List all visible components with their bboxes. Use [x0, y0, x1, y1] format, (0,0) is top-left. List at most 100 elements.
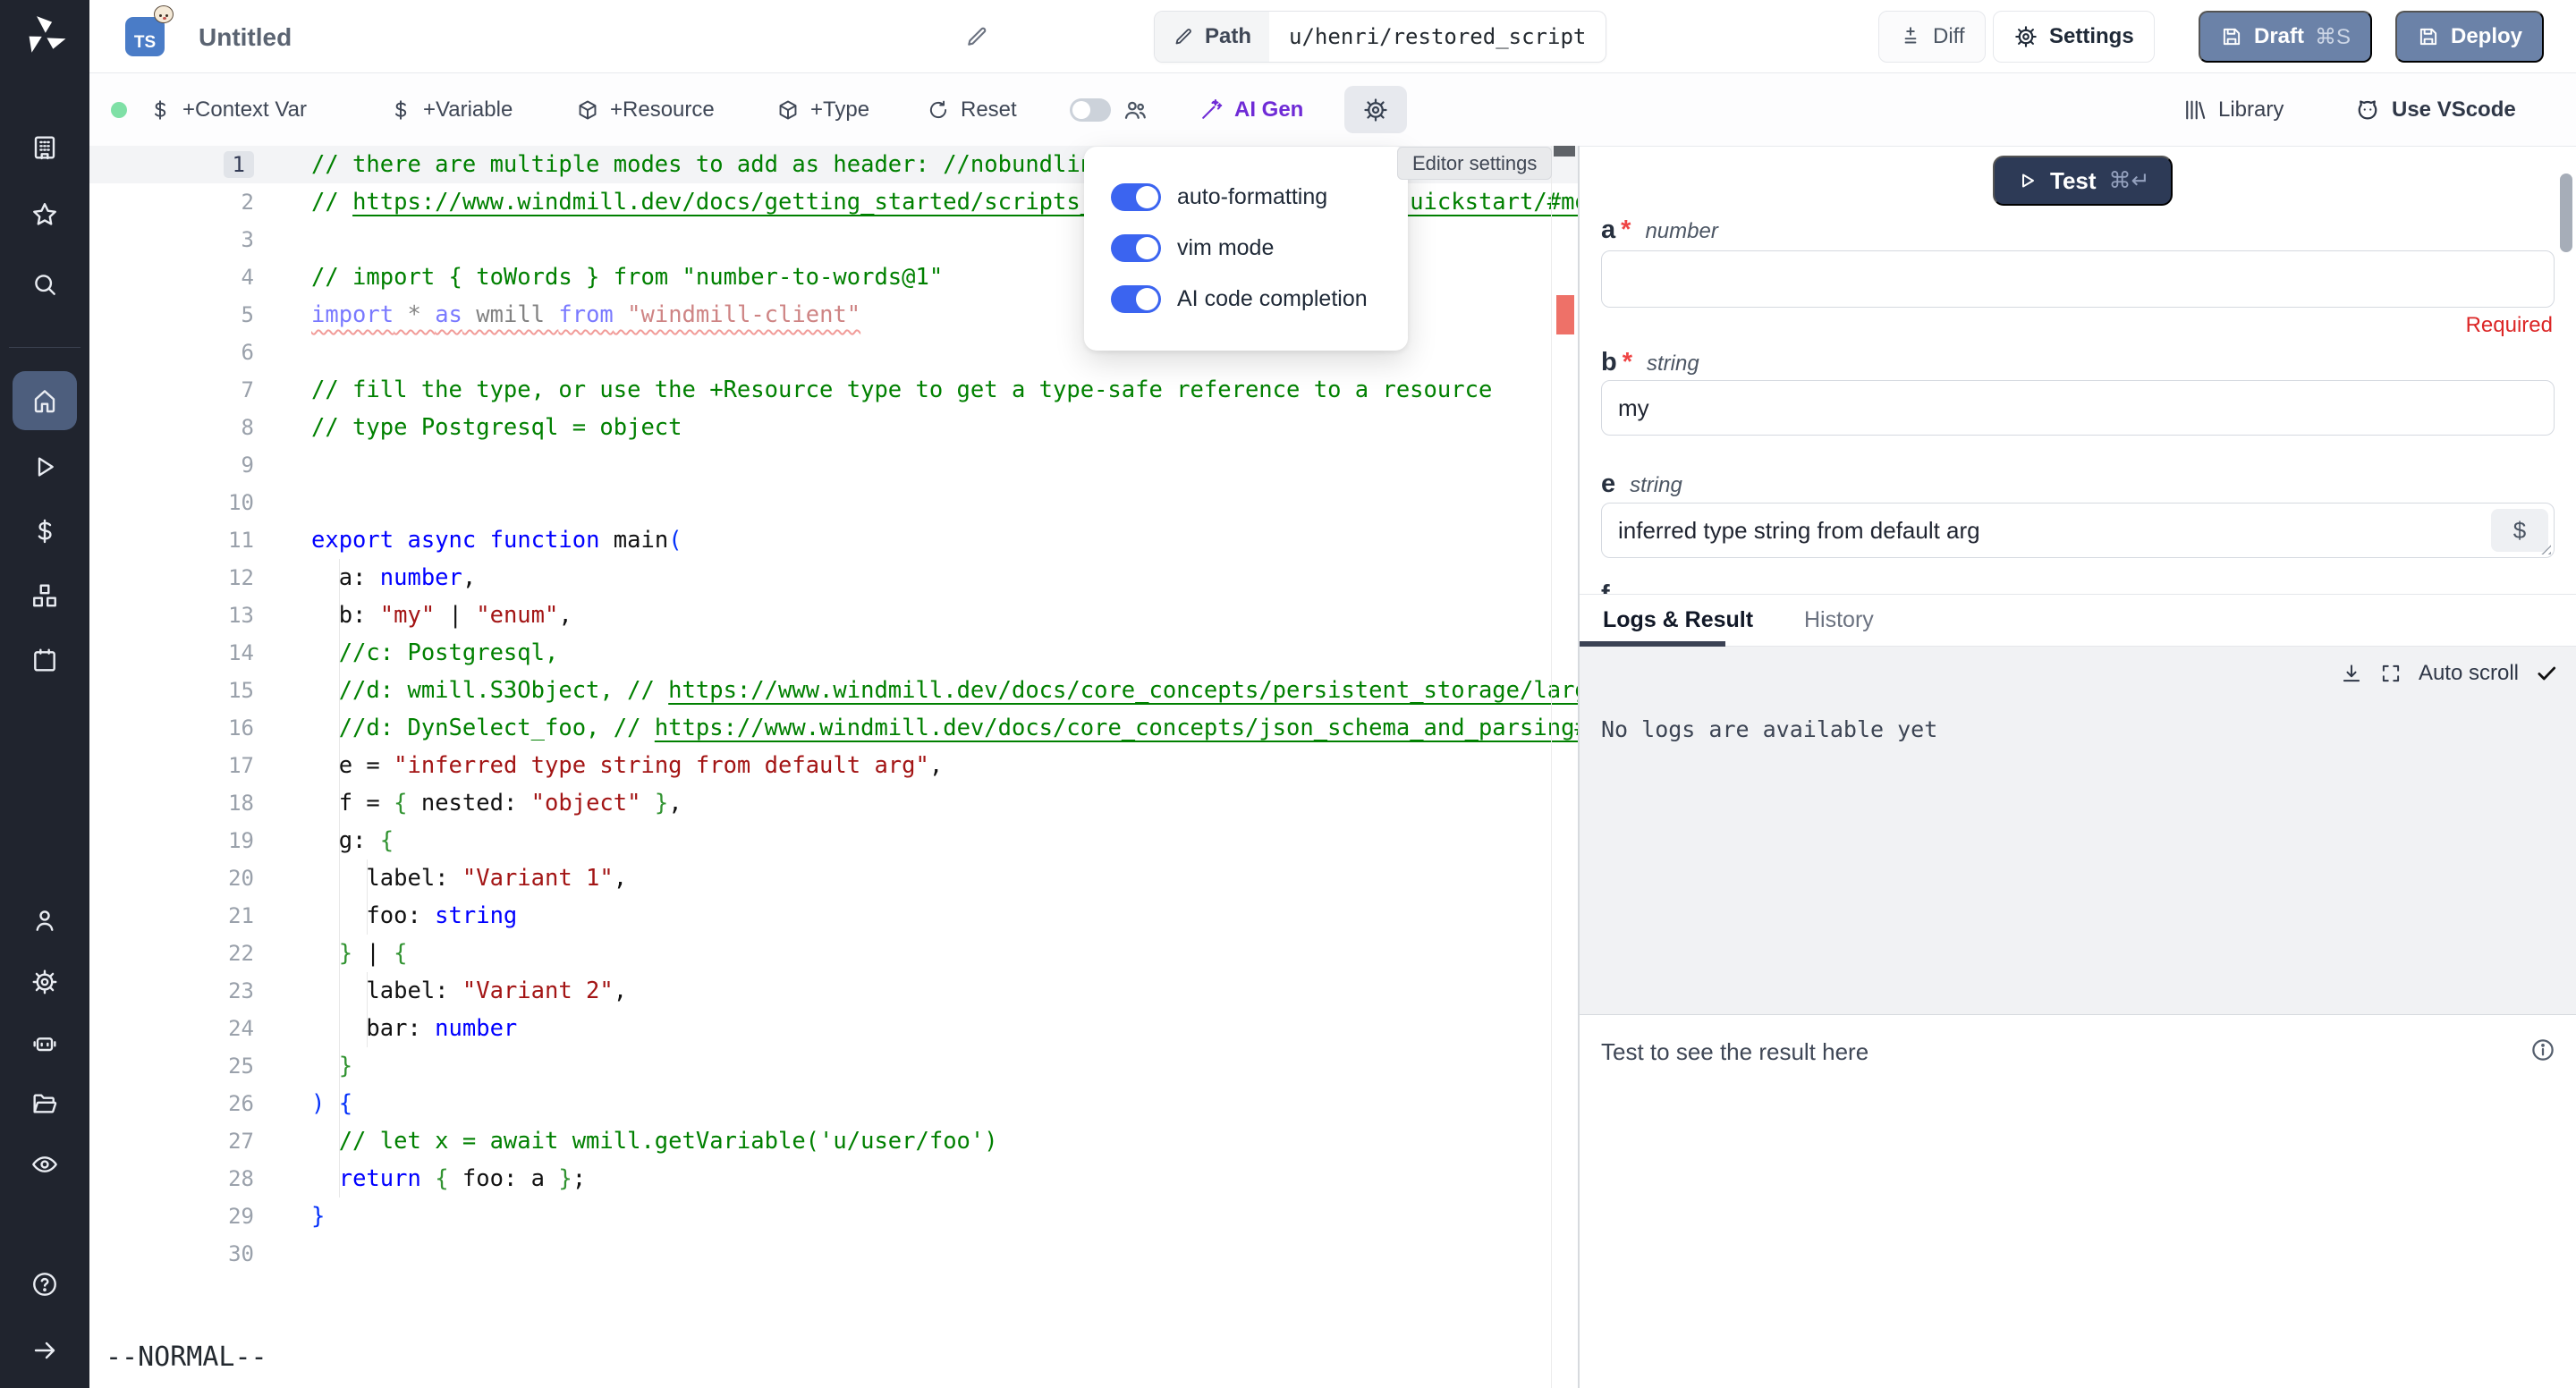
- multiplayer-toggle[interactable]: [1070, 98, 1111, 122]
- code-line[interactable]: 25 }: [89, 1047, 1578, 1085]
- add-type-button[interactable]: +Type: [776, 73, 869, 146]
- line-number: 21: [89, 903, 267, 928]
- draft-button[interactable]: Draft⌘S: [2199, 11, 2372, 63]
- field-b-input[interactable]: my: [1601, 380, 2555, 436]
- code-text: label: "Variant 2",: [311, 978, 627, 1004]
- path-pencil-icon: [1173, 26, 1194, 47]
- indent-guide: [367, 972, 368, 1047]
- line-number: 16: [89, 715, 267, 741]
- tab-history[interactable]: History: [1804, 607, 1874, 633]
- code-line[interactable]: 21 foo: string: [89, 897, 1578, 935]
- tab-logs-result[interactable]: Logs & Result: [1603, 607, 1753, 633]
- code-line[interactable]: 29}: [89, 1198, 1578, 1235]
- code-line[interactable]: 23 label: "Variant 2",: [89, 972, 1578, 1010]
- panel-scrollbar-thumb[interactable]: [2560, 174, 2572, 252]
- sidebar-item-search-icon[interactable]: [25, 265, 64, 304]
- reset-icon: [927, 98, 950, 122]
- code-line[interactable]: 28 return { foo: a };: [89, 1160, 1578, 1198]
- expand-logs-icon[interactable]: [2379, 662, 2402, 685]
- sidebar-item-dollar-icon[interactable]: [25, 512, 64, 551]
- add-context-var-button[interactable]: +Context Var: [148, 73, 307, 146]
- sidebar-item-help-icon[interactable]: [25, 1265, 64, 1304]
- code-line[interactable]: 20 label: "Variant 1",: [89, 859, 1578, 897]
- logs-empty-message: No logs are available yet: [1601, 716, 1937, 742]
- sidebar-item-eye-icon[interactable]: [25, 1145, 64, 1184]
- sidebar-item-boxes-icon[interactable]: [25, 576, 64, 615]
- code-text: foo: string: [311, 902, 517, 929]
- code-text: //d: DynSelect_foo, // https://www.windm…: [311, 715, 1578, 741]
- sidebar-item-home-icon[interactable]: [25, 381, 64, 420]
- result-placeholder: Test to see the result here: [1601, 1038, 1868, 1066]
- code-line[interactable]: 12 a: number,: [89, 559, 1578, 597]
- package-icon: [576, 98, 599, 122]
- bun-runtime-icon: [154, 5, 174, 23]
- dollar-icon: [148, 98, 172, 122]
- code-line[interactable]: 17 e = "inferred type string from defaul…: [89, 747, 1578, 784]
- variable-picker-button[interactable]: $: [2491, 509, 2548, 552]
- deploy-button[interactable]: Deploy: [2395, 11, 2544, 63]
- sidebar-item-arrow-right-icon[interactable]: [25, 1331, 64, 1370]
- indent-guide: [367, 859, 368, 935]
- sidebar-item-calendar-icon[interactable]: [25, 640, 64, 680]
- toggle-vim-mode[interactable]: [1111, 234, 1161, 262]
- sidebar-item-user-icon[interactable]: [25, 901, 64, 940]
- test-button[interactable]: Test⌘↵: [1993, 156, 2173, 206]
- code-line[interactable]: 22 } | {: [89, 935, 1578, 972]
- editor-settings-button[interactable]: [1344, 86, 1407, 133]
- sidebar-item-building-icon[interactable]: [25, 128, 64, 167]
- code-line[interactable]: 15 //d: wmill.S3Object, // https://www.w…: [89, 672, 1578, 709]
- toggle-auto-formatting[interactable]: [1111, 183, 1161, 211]
- code-line[interactable]: 14 //c: Postgresql,: [89, 634, 1578, 672]
- code-text: b: "my" | "enum",: [311, 602, 572, 629]
- diff-button[interactable]: Diff: [1878, 11, 1986, 63]
- code-text: bar: number: [311, 1015, 517, 1042]
- edit-summary-pencil-icon[interactable]: [964, 24, 989, 49]
- code-text: }: [311, 1053, 352, 1079]
- sidebar-item-star-icon[interactable]: [25, 195, 64, 234]
- code-line[interactable]: 16 //d: DynSelect_foo, // https://www.wi…: [89, 709, 1578, 747]
- code-line[interactable]: 27 // let x = await wmill.getVariable('u…: [89, 1122, 1578, 1160]
- code-line[interactable]: 30: [89, 1235, 1578, 1273]
- line-number: 10: [89, 490, 267, 515]
- add-variable-button[interactable]: +Variable: [389, 73, 513, 146]
- sidebar-item-gear-icon[interactable]: [25, 962, 64, 1002]
- reset-button[interactable]: Reset: [927, 73, 1017, 146]
- code-line[interactable]: 9: [89, 446, 1578, 484]
- field-a-input[interactable]: [1601, 250, 2555, 308]
- code-line[interactable]: 18 f = { nested: "object" },: [89, 784, 1578, 822]
- diff-icon: [1899, 25, 1922, 48]
- code-text: label: "Variant 1",: [311, 865, 627, 892]
- code-text: f = { nested: "object" },: [311, 790, 682, 817]
- line-number: 30: [89, 1241, 267, 1266]
- field-b-label: b*string: [1601, 348, 1699, 377]
- download-logs-icon[interactable]: [2340, 662, 2363, 685]
- line-number: 29: [89, 1204, 267, 1229]
- ai-gen-button[interactable]: AI Gen: [1199, 73, 1303, 146]
- result-area: Test to see the result here: [1580, 1014, 2576, 1388]
- code-line[interactable]: 7// fill the type, or use the +Resource …: [89, 371, 1578, 409]
- field-e-input[interactable]: inferred type string from default arg $: [1601, 503, 2555, 558]
- sidebar-item-bot-icon[interactable]: [25, 1023, 64, 1062]
- path-field[interactable]: Path u/henri/restored_script: [1154, 11, 1606, 63]
- line-number: 6: [89, 340, 267, 365]
- code-line[interactable]: 8// type Postgresql = object: [89, 409, 1578, 446]
- library-button[interactable]: Library: [2182, 73, 2284, 146]
- code-line[interactable]: 10: [89, 484, 1578, 521]
- code-line[interactable]: 24 bar: number: [89, 1010, 1578, 1047]
- code-line[interactable]: 19 g: {: [89, 822, 1578, 859]
- code-line[interactable]: 26) {: [89, 1085, 1578, 1122]
- gear-icon: [1362, 97, 1389, 123]
- use-vscode-button[interactable]: Use VScode: [2354, 73, 2516, 146]
- info-icon[interactable]: [2529, 1037, 2556, 1063]
- autoscroll-check-icon[interactable]: [2535, 662, 2558, 685]
- editor-scrollbar-thumb[interactable]: [1554, 146, 1575, 157]
- settings-button[interactable]: Settings: [1993, 11, 2155, 63]
- add-resource-button[interactable]: +Resource: [576, 73, 715, 146]
- toggle-AI-code-completion[interactable]: [1111, 285, 1161, 313]
- sidebar-item-folder-icon[interactable]: [25, 1084, 64, 1123]
- windmill-logo[interactable]: [21, 13, 68, 59]
- sidebar-item-play-icon[interactable]: [25, 447, 64, 487]
- code-line[interactable]: 13 b: "my" | "enum",: [89, 597, 1578, 634]
- code-text: //c: Postgresql,: [311, 639, 558, 666]
- code-line[interactable]: 11export async function main(: [89, 521, 1578, 559]
